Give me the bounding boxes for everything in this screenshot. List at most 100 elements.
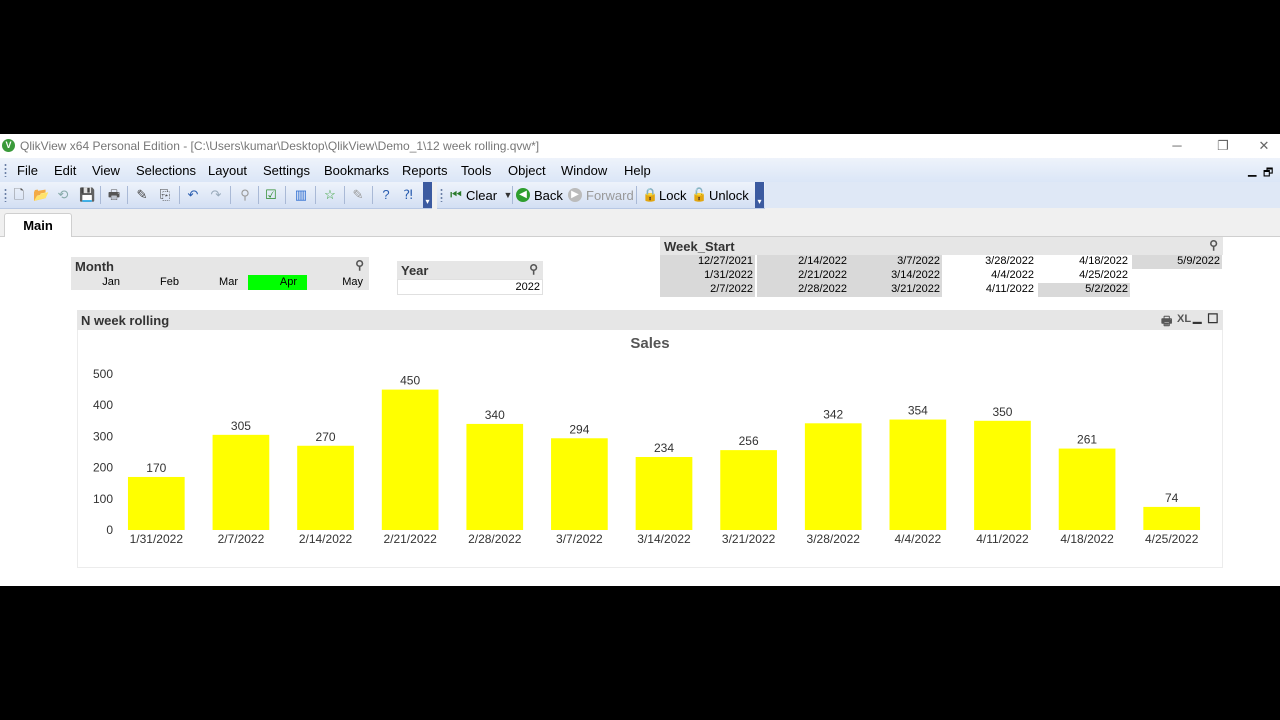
minimize-window-button[interactable]: ─ [1154,136,1200,156]
month-items-row: Jan Feb Mar Apr May [71,275,369,290]
bar[interactable] [974,420,1031,530]
search-icon[interactable]: ⚲ [237,187,253,203]
week-start-item[interactable]: 3/21/2022 [848,283,942,297]
bar-value-label: 305 [231,419,251,433]
y-axis-ticks: 0 100 200 300 400 500 [93,367,113,537]
edit-module-icon[interactable]: ✎ [350,187,366,203]
bar[interactable] [381,389,439,530]
send-to-excel-button[interactable]: XL [1177,313,1191,325]
open-folder-icon[interactable]: 📂 [33,187,49,203]
week-start-item[interactable]: 4/11/2022 [944,283,1036,297]
week-start-item[interactable]: 2/28/2022 [757,283,849,297]
week-start-item[interactable]: 4/18/2022 [1038,255,1130,269]
new-document-icon[interactable]: 🗋 [11,187,27,203]
week-start-item[interactable]: 3/7/2022 [848,255,942,269]
year-item[interactable]: 2022 [397,279,543,295]
edit-script-icon[interactable]: ✎ [134,187,150,203]
month-listbox-caption[interactable]: Month ⚲ [71,257,369,275]
bar[interactable] [889,419,947,530]
week-start-item[interactable]: 5/2/2022 [1038,283,1130,297]
tab-main[interactable]: Main [4,213,72,238]
mdi-restore-button[interactable]: 🗗 [1263,164,1273,183]
back-button[interactable]: ◀ Back [515,182,563,208]
unlock-button[interactable]: 🔓 Unlock [691,182,753,208]
bar[interactable] [551,438,608,530]
year-listbox: Year ⚲ 2022 [397,261,543,295]
week-start-item[interactable]: 3/14/2022 [848,269,942,283]
month-item-mar[interactable]: Mar [189,275,248,290]
bar[interactable] [1143,506,1201,530]
search-icon[interactable]: ⚲ [529,262,538,276]
month-item-apr[interactable]: Apr [248,275,307,290]
unlock-icon: 🔓 [691,187,708,202]
close-window-button[interactable]: ✕ [1248,136,1280,156]
menu-window[interactable]: Window [561,163,607,178]
month-item-may[interactable]: May [307,275,366,290]
menu-bookmarks[interactable]: Bookmarks [324,163,389,178]
week-start-item[interactable]: 5/9/2022 [1132,255,1222,269]
print-icon[interactable]: 🖶 [106,187,122,203]
chart-caption[interactable]: N week rolling 🖶 XL ▁ ☐ [77,310,1223,330]
week-start-item-label: 3/28/2022 [985,255,1034,267]
month-item-feb[interactable]: Feb [130,275,189,290]
y-tick-label: 500 [93,367,113,381]
menu-help[interactable]: Help [624,163,651,178]
chart-wizard-icon[interactable]: ▥ [293,187,309,203]
x-tick-label: 3/7/2022 [556,532,603,546]
search-icon[interactable]: ⚲ [1209,238,1218,252]
toolbar-grip-handle[interactable] [4,188,7,202]
menu-settings[interactable]: Settings [263,163,310,178]
menu-tools[interactable]: Tools [461,163,491,178]
maximize-icon[interactable]: ☐ [1207,311,1219,327]
selections-icon[interactable]: ☑ [263,187,279,203]
clear-button[interactable]: ⏮ Clear ▼ [446,182,512,208]
menu-selections[interactable]: Selections [136,163,196,178]
menu-object[interactable]: Object [508,163,546,178]
undo-icon[interactable]: ↶ [185,187,201,203]
bar[interactable] [297,445,354,530]
week-start-item[interactable]: 2/7/2022 [660,283,755,297]
context-help-icon[interactable]: ⁈ [400,187,416,203]
bar[interactable] [127,476,185,530]
week-start-item[interactable]: 4/25/2022 [1038,269,1130,283]
bar[interactable] [635,456,693,530]
toolbar-overflow-chevron-icon[interactable]: ▾ [423,182,432,208]
week-start-item[interactable]: 2/14/2022 [757,255,849,269]
week-start-listbox-caption[interactable]: Week_Start ⚲ [660,237,1223,255]
bar[interactable] [720,450,777,530]
menu-view[interactable]: View [92,163,120,178]
bar[interactable] [1058,448,1116,530]
week-start-item[interactable]: 12/27/2021 [660,255,755,269]
week-start-item[interactable]: 1/31/2022 [660,269,755,283]
reload-data-icon[interactable]: ⎘ [157,187,173,203]
toolbar-overflow-chevron-icon[interactable]: ▾ [755,182,764,208]
n-week-rolling-chart-object: N week rolling 🖶 XL ▁ ☐ Sales 0 100 200 300… [77,310,1223,568]
menu-layout[interactable]: Layout [208,163,247,178]
bar[interactable] [804,423,862,530]
menu-edit[interactable]: Edit [54,163,76,178]
bar[interactable] [466,423,524,530]
week-start-item-label: 12/27/2021 [697,255,753,267]
month-item-jan[interactable]: Jan [71,275,130,290]
minimize-icon[interactable]: ▁ [1193,311,1201,324]
forward-button[interactable]: ▶ Forward [567,182,634,208]
year-listbox-caption[interactable]: Year ⚲ [397,261,543,279]
menu-grip-handle[interactable] [4,163,7,177]
reload-icon[interactable]: ⟲ [55,187,71,203]
bookmark-star-icon[interactable]: ☆ [322,187,338,203]
bar[interactable] [212,434,270,530]
week-start-item[interactable]: 2/21/2022 [757,269,849,283]
x-tick-label: 3/14/2022 [637,532,691,546]
menu-file[interactable]: File [17,163,38,178]
week-start-item[interactable]: 3/28/2022 [944,255,1036,269]
help-icon[interactable]: ? [378,187,394,203]
menu-reports[interactable]: Reports [402,163,448,178]
toolbar-grip-handle[interactable] [440,188,443,202]
save-icon[interactable]: 💾 [79,187,95,203]
redo-icon[interactable]: ↷ [208,187,224,203]
restore-window-button[interactable]: ❐ [1200,136,1246,156]
lock-button[interactable]: 🔒 Lock [642,182,688,208]
week-start-item[interactable]: 4/4/2022 [944,269,1036,283]
mdi-minimize-button[interactable]: ▁ [1248,164,1256,177]
search-icon[interactable]: ⚲ [355,258,364,272]
